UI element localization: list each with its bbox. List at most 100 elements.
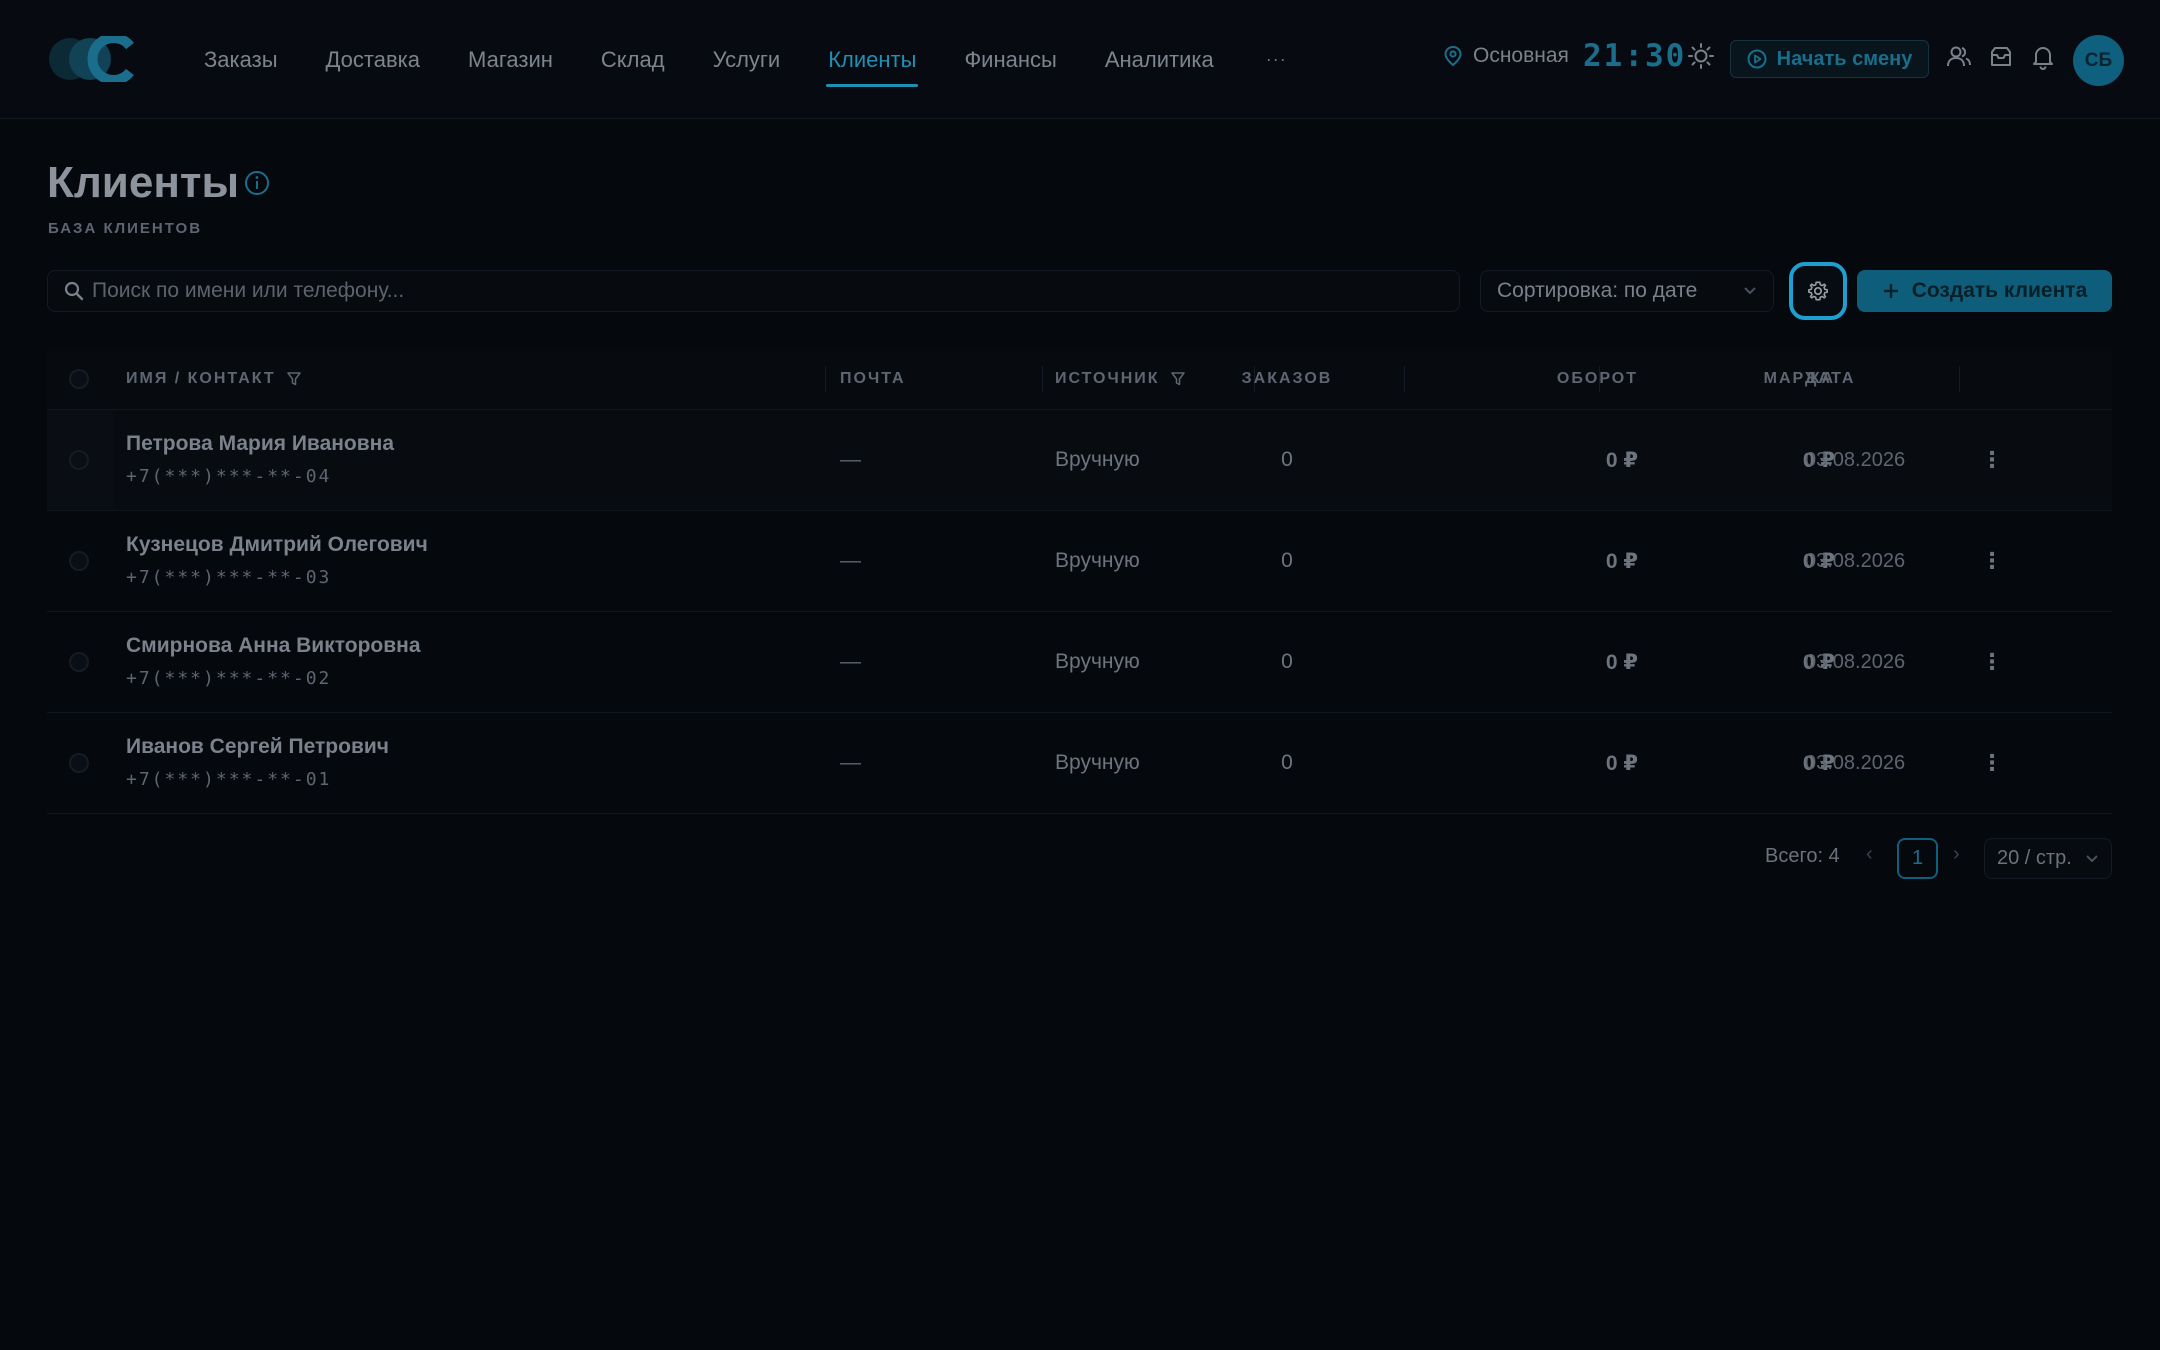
nav-item-warehouse[interactable]: Склад [599, 39, 667, 81]
row-checkbox[interactable] [69, 753, 89, 773]
row-checkbox[interactable] [69, 652, 89, 672]
avatar[interactable]: СБ [2073, 35, 2124, 86]
info-icon[interactable] [244, 170, 270, 196]
client-phone: +7(***)***-**-03 [126, 567, 332, 588]
search-icon [64, 281, 84, 301]
sort-label: Сортировка: по дате [1497, 279, 1698, 302]
sort-select[interactable]: Сортировка: по дате [1480, 270, 1774, 312]
client-email: — [840, 650, 861, 673]
column-header-email[interactable]: ПОЧТА [840, 348, 906, 410]
column-divider [1959, 366, 1960, 392]
total-count: Всего: 4 [1765, 845, 1840, 867]
client-name[interactable]: Петрова Мария Ивановна [126, 432, 394, 456]
column-divider [1599, 366, 1600, 392]
client-phone: +7(***)***-**-04 [126, 466, 332, 487]
row-menu-icon[interactable]: ⋮ [1977, 410, 2007, 510]
row-menu-icon[interactable]: ⋮ [1977, 511, 2007, 611]
nav-more-button[interactable]: ··· [1266, 49, 1287, 70]
column-header-orders[interactable]: ЗАКАЗОВ [1197, 348, 1377, 410]
table-row[interactable]: Петрова Мария Ивановна +7(***)***-**-04 … [47, 410, 2112, 511]
bell-icon[interactable] [2030, 44, 2056, 70]
main-nav: Заказы Доставка Магазин Склад Услуги Кли… [180, 0, 1287, 119]
nav-item-delivery[interactable]: Доставка [324, 39, 422, 81]
search-input[interactable] [92, 279, 1459, 303]
create-client-label: Создать клиента [1911, 279, 2088, 302]
client-name[interactable]: Смирнова Анна Викторовна [126, 634, 421, 658]
settings-button[interactable] [1789, 262, 1847, 320]
select-all-checkbox[interactable] [69, 369, 89, 389]
table-row[interactable]: Кузнецов Дмитрий Олегович +7(***)***-**-… [47, 511, 2112, 612]
client-turnover: 0 ₽ [1605, 549, 1638, 573]
page-title: Клиенты [47, 158, 240, 207]
client-phone: +7(***)***-**-02 [126, 668, 332, 689]
column-header-source[interactable]: ИСТОЧНИК [1055, 348, 1186, 410]
filter-icon[interactable] [1170, 371, 1186, 387]
clients-table: ИМЯ / КОНТАКТ ПОЧТА ИСТОЧНИК ЗАКАЗОВ ОБО… [47, 348, 2112, 814]
gear-icon [1808, 281, 1828, 301]
client-email: — [840, 448, 861, 471]
client-name[interactable]: Иванов Сергей Петрович [126, 735, 389, 759]
nav-item-shop[interactable]: Магазин [466, 39, 555, 81]
sun-icon[interactable] [1687, 42, 1715, 70]
client-date: 03.08.2026 [1805, 751, 1906, 774]
page-number-button[interactable]: 1 [1897, 838, 1938, 879]
row-checkbox[interactable] [69, 551, 89, 571]
client-orders: 0 [1281, 650, 1293, 673]
page-subtitle: БАЗА КЛИЕНТОВ [48, 220, 203, 237]
row-menu-icon[interactable]: ⋮ [1977, 612, 2007, 712]
client-source: Вручную [1055, 448, 1140, 471]
nav-item-analytics[interactable]: Аналитика [1103, 39, 1216, 81]
start-shift-button[interactable]: Начать смену [1730, 40, 1929, 78]
top-bar: Заказы Доставка Магазин Склад Услуги Кли… [0, 0, 2160, 119]
nav-item-finance[interactable]: Финансы [962, 39, 1058, 81]
table-row[interactable]: Иванов Сергей Петрович +7(***)***-**-01 … [47, 713, 2112, 814]
page-size-select[interactable]: 20 / стр. [1984, 838, 2112, 879]
client-date: 03.08.2026 [1805, 650, 1906, 673]
start-shift-label: Начать смену [1776, 47, 1913, 70]
branch-selector[interactable]: Основная [1443, 44, 1569, 68]
column-divider [825, 366, 826, 392]
create-client-button[interactable]: Создать клиента [1857, 270, 2112, 312]
chevron-down-icon [1744, 287, 1756, 295]
inbox-icon[interactable] [1988, 44, 2014, 70]
client-orders: 0 [1281, 751, 1293, 774]
page-size-label: 20 / стр. [1997, 847, 2072, 869]
client-email: — [840, 549, 861, 572]
play-circle-icon [1747, 49, 1767, 69]
client-source: Вручную [1055, 650, 1140, 673]
column-header-name[interactable]: ИМЯ / КОНТАКТ [126, 348, 302, 410]
search-box [47, 270, 1460, 312]
nav-item-orders[interactable]: Заказы [202, 39, 280, 81]
clock: 21:30 [1583, 38, 1687, 74]
client-source: Вручную [1055, 549, 1140, 572]
client-name[interactable]: Кузнецов Дмитрий Олегович [126, 533, 428, 557]
logo[interactable] [48, 36, 134, 82]
client-source: Вручную [1055, 751, 1140, 774]
next-page-button[interactable]: › [1953, 843, 1960, 866]
chevron-down-icon [2086, 854, 2098, 862]
client-turnover: 0 ₽ [1605, 751, 1638, 775]
nav-item-services[interactable]: Услуги [711, 39, 783, 81]
column-divider [1042, 366, 1043, 392]
client-date: 03.08.2026 [1805, 549, 1906, 572]
client-orders: 0 [1281, 448, 1293, 471]
nav-item-clients[interactable]: Клиенты [826, 39, 919, 87]
column-header-turnover[interactable]: ОБОРОТ [1397, 348, 1638, 410]
branch-label: Основная [1473, 44, 1569, 67]
column-header-date[interactable]: ДАТА [1805, 348, 1855, 410]
row-menu-icon[interactable]: ⋮ [1977, 713, 2007, 813]
prev-page-button[interactable]: ‹ [1866, 843, 1873, 866]
client-phone: +7(***)***-**-01 [126, 769, 332, 790]
client-orders: 0 [1281, 549, 1293, 572]
row-checkbox[interactable] [69, 450, 89, 470]
table-header: ИМЯ / КОНТАКТ ПОЧТА ИСТОЧНИК ЗАКАЗОВ ОБО… [47, 348, 2112, 410]
plus-icon [1883, 284, 1898, 298]
location-pin-icon [1444, 45, 1462, 67]
client-turnover: 0 ₽ [1605, 650, 1638, 674]
users-icon[interactable] [1946, 44, 1972, 70]
client-date: 03.08.2026 [1805, 448, 1906, 471]
filter-icon[interactable] [286, 371, 302, 387]
client-turnover: 0 ₽ [1605, 448, 1638, 472]
table-row[interactable]: Смирнова Анна Викторовна +7(***)***-**-0… [47, 612, 2112, 713]
client-email: — [840, 751, 861, 774]
